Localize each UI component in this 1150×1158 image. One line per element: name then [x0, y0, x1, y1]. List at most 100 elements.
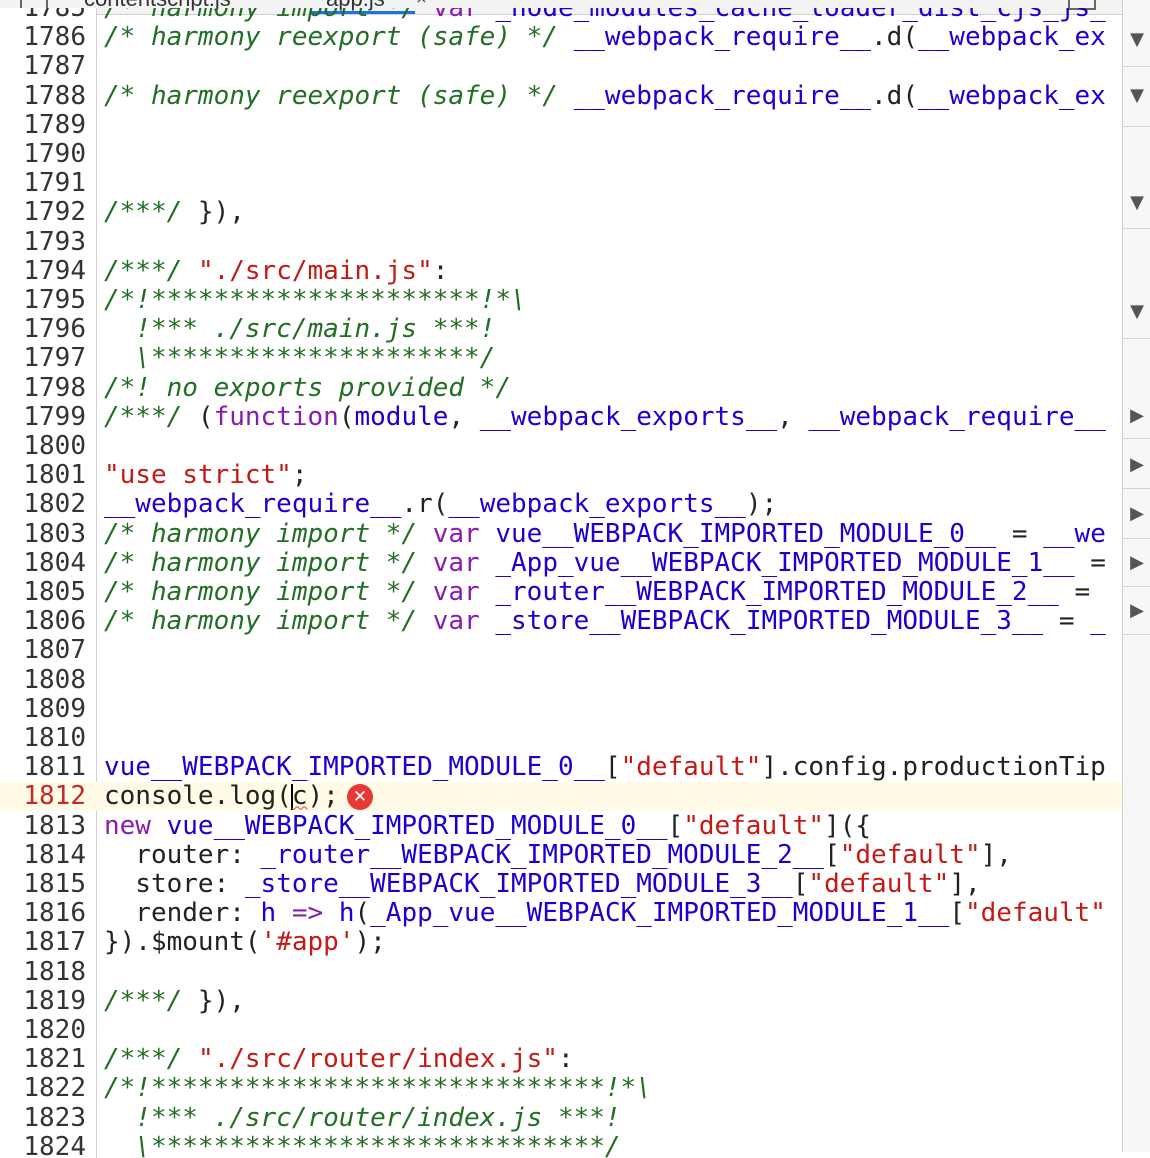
- code-line[interactable]: 1792 /***/ }),: [0, 198, 1122, 227]
- code-line[interactable]: 1802 __webpack_require__.r(__webpack_expo…: [0, 490, 1122, 519]
- chevron-right-icon[interactable]: ▶: [1123, 588, 1150, 635]
- line-number[interactable]: 1805: [0, 578, 86, 607]
- code-text: \*****************************/: [104, 1131, 621, 1158]
- code-line[interactable]: 1791: [0, 169, 1122, 198]
- line-number[interactable]: 1806: [0, 607, 86, 636]
- code-line[interactable]: 1799 /***/ (function(module, __webpack_ex…: [0, 402, 1122, 432]
- code-text: /*! no exports provided */: [104, 372, 511, 403]
- line-number[interactable]: 1817: [0, 928, 86, 957]
- line-number[interactable]: 1819: [0, 986, 86, 1016]
- line-number[interactable]: 1815: [0, 870, 86, 899]
- code-text: /* harmony import */ var _App_vue__WEBPA…: [104, 547, 1106, 578]
- code-line[interactable]: 1795 /*!*********************!*\: [0, 286, 1122, 315]
- line-number[interactable]: 1801: [0, 461, 86, 490]
- code-line[interactable]: 1815 store: _store__WEBPACK_IMPORTED_MOD…: [0, 870, 1122, 899]
- chevron-down-icon[interactable]: ▼: [1123, 66, 1150, 127]
- line-number[interactable]: 1821: [0, 1045, 86, 1074]
- line-number[interactable]: 1818: [0, 957, 86, 987]
- code-line[interactable]: 1821 /***/ "./src/router/index.js":: [0, 1045, 1122, 1074]
- line-number[interactable]: 1811: [0, 753, 86, 782]
- chevron-down-icon[interactable]: ▼: [1123, 286, 1150, 339]
- code-line[interactable]: 1811 vue__WEBPACK_IMPORTED_MODULE_0__["de…: [0, 753, 1122, 782]
- code-line[interactable]: 1824 \*****************************/: [0, 1131, 1122, 1158]
- line-number[interactable]: 1823: [0, 1103, 86, 1133]
- chevron-right-icon[interactable]: ▶: [1123, 490, 1150, 539]
- code-line[interactable]: 1788 /* harmony reexport (safe) */ __webp…: [0, 81, 1122, 111]
- line-number[interactable]: 1802: [0, 490, 86, 519]
- line-number[interactable]: 1822: [0, 1074, 86, 1103]
- code-line[interactable]: 1820: [0, 1016, 1122, 1045]
- code-text: vue__WEBPACK_IMPORTED_MODULE_0__["defaul…: [104, 752, 1106, 783]
- code-line[interactable]: 1787: [0, 52, 1122, 81]
- code-line[interactable]: 1822 /*!*****************************!*\: [0, 1074, 1122, 1103]
- line-number[interactable]: 1794: [0, 256, 86, 286]
- chevron-down-icon[interactable]: ▼: [1123, 14, 1150, 67]
- chevron-right-icon[interactable]: ▶: [1123, 394, 1150, 439]
- line-number[interactable]: 1799: [0, 402, 86, 432]
- code-line[interactable]: 1794 /***/ "./src/main.js":: [0, 256, 1122, 286]
- code-line[interactable]: 1809: [0, 694, 1122, 724]
- line-number[interactable]: 1789: [0, 110, 86, 140]
- code-text: \*********************/: [104, 343, 496, 374]
- code-line[interactable]: 1797 \*********************/: [0, 344, 1122, 373]
- line-number[interactable]: 1810: [0, 724, 86, 753]
- code-line[interactable]: 1803 /* harmony import */ var vue__WEBPAC…: [0, 519, 1122, 549]
- line-number[interactable]: 1785: [0, 8, 86, 23]
- code-editor[interactable]: 1785 /* harmony import */ var _node_modul…: [0, 8, 1122, 1158]
- code-line[interactable]: 1808: [0, 665, 1122, 695]
- line-number[interactable]: 1812: [0, 782, 86, 811]
- line-number[interactable]: 1804: [0, 548, 86, 578]
- line-number[interactable]: 1824: [0, 1132, 86, 1158]
- code-line[interactable]: 1813 new vue__WEBPACK_IMPORTED_MODULE_0__…: [0, 810, 1122, 841]
- line-number[interactable]: 1807: [0, 636, 86, 665]
- code-line[interactable]: 1804 /* harmony import */ var _App_vue__W…: [0, 547, 1122, 578]
- line-number[interactable]: 1798: [0, 373, 86, 403]
- code-line[interactable]: 1806 /* harmony import */ var _store__WEB…: [0, 607, 1122, 636]
- chevron-right-icon[interactable]: ▶: [1123, 540, 1150, 587]
- code-line[interactable]: 1796 !*** ./src/main.js ***!: [0, 315, 1122, 344]
- code-line[interactable]: 1801 "use strict";: [0, 461, 1122, 490]
- code-line[interactable]: 1819 /***/ }),: [0, 986, 1122, 1016]
- line-number[interactable]: 1795: [0, 286, 86, 315]
- line-number[interactable]: 1813: [0, 811, 86, 841]
- line-number[interactable]: 1791: [0, 169, 86, 198]
- code-line[interactable]: 1814 router: _router__WEBPACK_IMPORTED_M…: [0, 840, 1122, 870]
- code-line[interactable]: 1790: [0, 140, 1122, 169]
- line-number[interactable]: 1786: [0, 23, 86, 52]
- chevron-down-icon[interactable]: ▼: [1123, 178, 1150, 229]
- code-line[interactable]: 1816 render: h => h(_App_vue__WEBPACK_IM…: [0, 899, 1122, 928]
- line-number[interactable]: 1820: [0, 1016, 86, 1045]
- code-line[interactable]: 1810: [0, 724, 1122, 753]
- code-line[interactable]: 1789: [0, 110, 1122, 140]
- code-line[interactable]: 1805 /* harmony import */ var _router__WE…: [0, 578, 1122, 607]
- line-number[interactable]: 1797: [0, 344, 86, 373]
- line-number[interactable]: 1800: [0, 432, 86, 461]
- code-text: /*!*****************************!*\: [104, 1073, 652, 1104]
- line-number[interactable]: 1814: [0, 840, 86, 870]
- line-number[interactable]: 1809: [0, 694, 86, 724]
- line-number[interactable]: 1816: [0, 899, 86, 928]
- code-line[interactable]: 1798 /*! no exports provided */: [0, 372, 1122, 403]
- line-number[interactable]: 1792: [0, 198, 86, 227]
- code-line[interactable]: 1818: [0, 957, 1122, 987]
- code-line[interactable]: 1807: [0, 636, 1122, 665]
- line-number[interactable]: 1796: [0, 315, 86, 344]
- code-line[interactable]: 1785 /* harmony import */ var _node_modul…: [0, 8, 1122, 23]
- line-number[interactable]: 1788: [0, 81, 86, 111]
- line-number[interactable]: 1790: [0, 140, 86, 169]
- code-text: !*** ./src/main.js ***!: [104, 314, 496, 345]
- line-number[interactable]: 1787: [0, 52, 86, 81]
- code-line[interactable]: 1812 console.log(c); ✕: [0, 782, 1122, 812]
- code-line[interactable]: 1800: [0, 432, 1122, 461]
- line-number[interactable]: 1793: [0, 227, 86, 257]
- code-line[interactable]: 1817}).$mount('#app');: [0, 928, 1122, 957]
- line-number[interactable]: 1808: [0, 665, 86, 695]
- code-text: new vue__WEBPACK_IMPORTED_MODULE_0__["de…: [104, 810, 872, 841]
- code-line[interactable]: 1793: [0, 227, 1122, 257]
- error-icon[interactable]: ✕: [347, 784, 373, 811]
- code-line[interactable]: 1823 !*** ./src/router/index.js ***!: [0, 1103, 1122, 1133]
- line-number[interactable]: 1803: [0, 519, 86, 549]
- code-line[interactable]: 1786 /* harmony reexport (safe) */ __webp…: [0, 23, 1122, 52]
- code-text: /***/ }),: [104, 197, 245, 228]
- chevron-right-icon[interactable]: ▶: [1123, 442, 1150, 489]
